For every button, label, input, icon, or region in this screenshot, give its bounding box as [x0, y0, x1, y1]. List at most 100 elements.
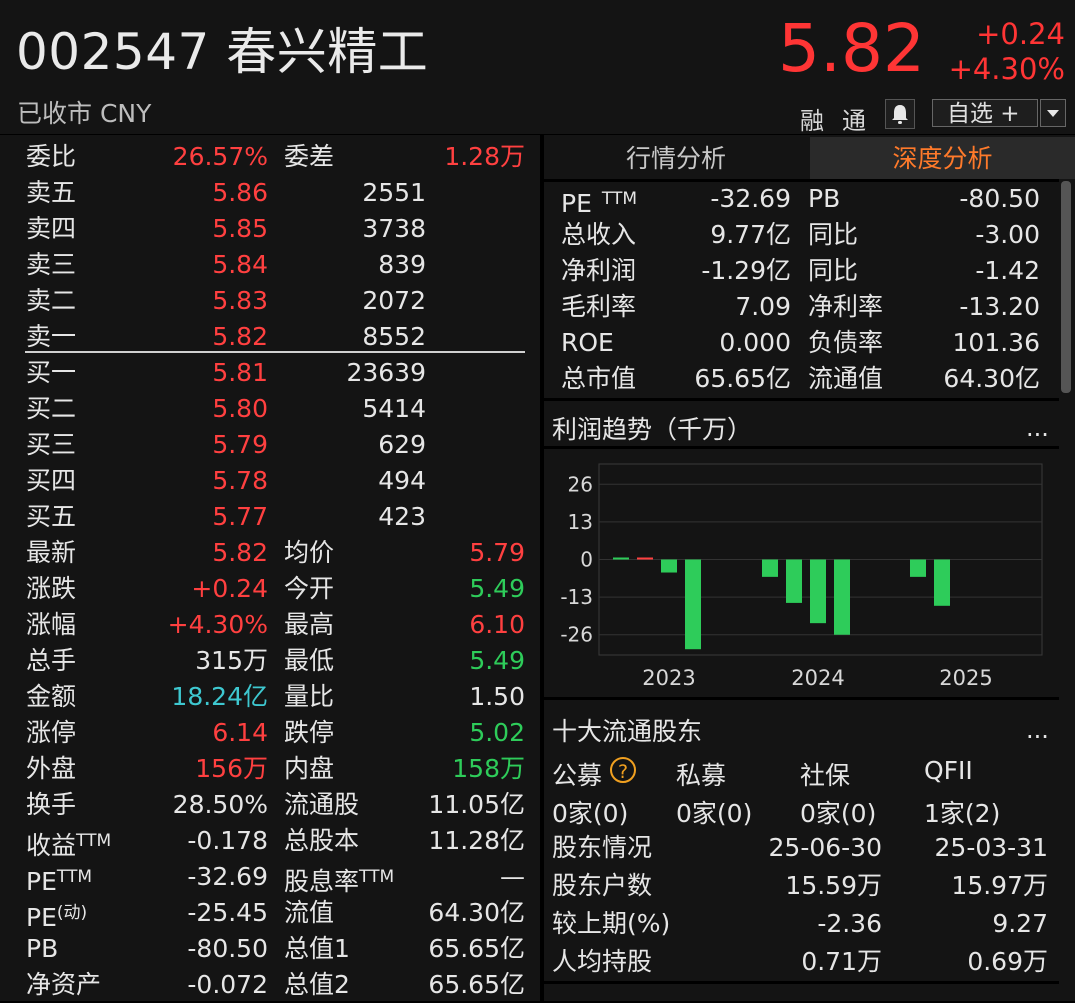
fundamental-label: 净利润	[561, 253, 636, 289]
stat-value: 6.14	[212, 718, 268, 747]
stat-label-text: 涨跌	[26, 574, 77, 603]
stat-label-text: 金额	[26, 682, 77, 711]
asks-level-row[interactable]: 卖三 5.84 839	[0, 247, 540, 283]
stat-row: 外盘 156万 内盘 158万	[0, 751, 540, 787]
stat-value: —	[500, 862, 525, 891]
fundamental-row: 毛利率 7.09 净利率 -13.20	[544, 289, 1059, 325]
profit-bar	[786, 559, 802, 603]
stat-value: 6.10	[469, 610, 525, 639]
bids-level-row[interactable]: 买五 5.77 423	[0, 499, 540, 535]
stat-label-text: 总值2	[284, 970, 350, 999]
holder-cat-social-security: 社保	[800, 761, 851, 790]
tab-market-analysis[interactable]: 行情分析	[544, 137, 808, 179]
price-change-pct: +4.30%	[948, 52, 1065, 86]
stat-row: 最新 5.82 均价 5.79	[0, 535, 540, 571]
fundamental-label: PE TTM	[561, 181, 637, 222]
stat-label-suffix: TTM	[56, 867, 93, 887]
chevron-down-icon	[1047, 110, 1059, 117]
stat-label-text: 今开	[284, 574, 335, 603]
asks-level-price: 5.86	[212, 178, 268, 207]
fundamental-label: 负债率	[808, 328, 884, 357]
asks-level-row[interactable]: 卖五 5.86 2551	[0, 175, 540, 211]
asks-level-price: 5.84	[212, 250, 268, 279]
stat-label: 跌停	[284, 715, 334, 751]
stat-value: -25.45	[187, 898, 268, 927]
bids-level-row[interactable]: 买二 5.80 5414	[0, 391, 540, 427]
weicha-value: 1.28万	[444, 142, 525, 171]
stat-label: PB	[26, 931, 58, 967]
stat-label: 总手	[26, 643, 76, 679]
profit-more-button[interactable]: ...	[1026, 414, 1049, 442]
stat-label-text: 均价	[284, 538, 335, 567]
stat-value: 11.05亿	[428, 790, 525, 819]
holder-cat-qfii: QFII	[924, 756, 973, 785]
profit-bar	[910, 559, 926, 577]
stat-label: 涨停	[26, 715, 76, 751]
asks-level-label: 卖四	[26, 214, 77, 243]
fundamental-label: PB	[808, 184, 841, 213]
stat-label-text: PE	[26, 903, 57, 932]
bids-level-label: 买三	[26, 430, 77, 459]
add-watchlist-button[interactable]: 自选 +	[932, 99, 1038, 127]
stat-label-text: 最新	[26, 538, 77, 567]
stat-label-text: 外盘	[26, 754, 77, 783]
x-tick-label: 2023	[642, 666, 695, 690]
watchlist-dropdown[interactable]	[1040, 99, 1066, 127]
asks-level-label: 卖三	[26, 250, 77, 279]
stat-row: PB -80.50 总值1 65.65亿	[0, 931, 540, 967]
connect-label: 通	[842, 107, 866, 135]
stat-row: PE(动) -25.45 流值 64.30亿	[0, 895, 540, 932]
stat-label-text: PB	[26, 934, 59, 963]
stat-label: 涨跌	[26, 571, 76, 607]
stat-label-text: 最高	[284, 610, 335, 639]
fundamental-label: 毛利率	[561, 289, 636, 325]
fundamental-label: ROE	[561, 325, 614, 361]
holder-info-label: 人均持股	[552, 947, 653, 976]
bids-level-label: 买二	[26, 394, 77, 423]
holder-info-value: 0.71万	[801, 947, 882, 976]
holder-count-social-security: 0家(0)	[800, 799, 877, 828]
stat-label: 换手	[26, 787, 76, 823]
fundamentals-scrollbar[interactable]	[1061, 181, 1071, 393]
stat-label-text: 换手	[26, 790, 77, 819]
stat-label-text: 流值	[284, 898, 335, 927]
bids-level-row[interactable]: 买三 5.79 629	[0, 427, 540, 463]
asks-level-row[interactable]: 卖二 5.83 2072	[0, 283, 540, 319]
holder-info-row: 股东情况 25-06-30 25-03-31	[552, 829, 1052, 867]
help-icon[interactable]: ?	[610, 757, 636, 783]
tab-deep-analysis[interactable]: 深度分析	[810, 137, 1075, 179]
fundamental-value: 65.65亿	[694, 364, 791, 393]
y-tick-label: -13	[560, 585, 593, 609]
asks-level-row[interactable]: 卖四 5.85 3738	[0, 211, 540, 247]
alert-button[interactable]	[885, 99, 915, 129]
stat-label: 均价	[284, 535, 334, 571]
fundamental-label-text: 总收入	[561, 220, 637, 249]
stat-label-text: 总值1	[284, 934, 350, 963]
stat-label-text: 总股本	[284, 826, 360, 855]
stat-label: 净资产	[26, 967, 101, 1003]
top-holders-title: 十大流通股东	[552, 717, 703, 746]
fundamental-label-text: ROE	[561, 328, 614, 357]
asks-level-row[interactable]: 卖一 5.82 8552	[0, 319, 540, 355]
fundamental-value: -32.69	[710, 184, 791, 213]
bids-level-row[interactable]: 买一 5.81 23639	[0, 355, 540, 391]
fundamental-row: 总收入 9.77亿 同比 -3.00	[544, 217, 1059, 253]
asks-level-label: 卖五	[26, 178, 77, 207]
weibi-label: 委比	[26, 142, 77, 171]
stat-value: 5.49	[469, 646, 525, 675]
stat-label-text: 涨幅	[26, 610, 77, 639]
fundamental-value: -3.00	[975, 220, 1040, 249]
fundamental-value: -1.42	[975, 256, 1040, 285]
holder-info-label: 股东情况	[552, 833, 653, 862]
stat-value: 5.02	[469, 718, 525, 747]
x-tick-label: 2025	[939, 666, 992, 690]
stat-label: 外盘	[26, 751, 76, 787]
y-tick-label: 13	[568, 510, 593, 534]
fundamental-label-text: 毛利率	[561, 292, 637, 321]
profit-bar	[810, 559, 826, 624]
x-tick-label: 2024	[791, 666, 844, 690]
holders-more-button[interactable]: ...	[1026, 716, 1049, 744]
bids-level-price: 5.81	[212, 358, 268, 387]
bids-level-row[interactable]: 买四 5.78 494	[0, 463, 540, 499]
stat-value: 5.82	[212, 538, 268, 567]
